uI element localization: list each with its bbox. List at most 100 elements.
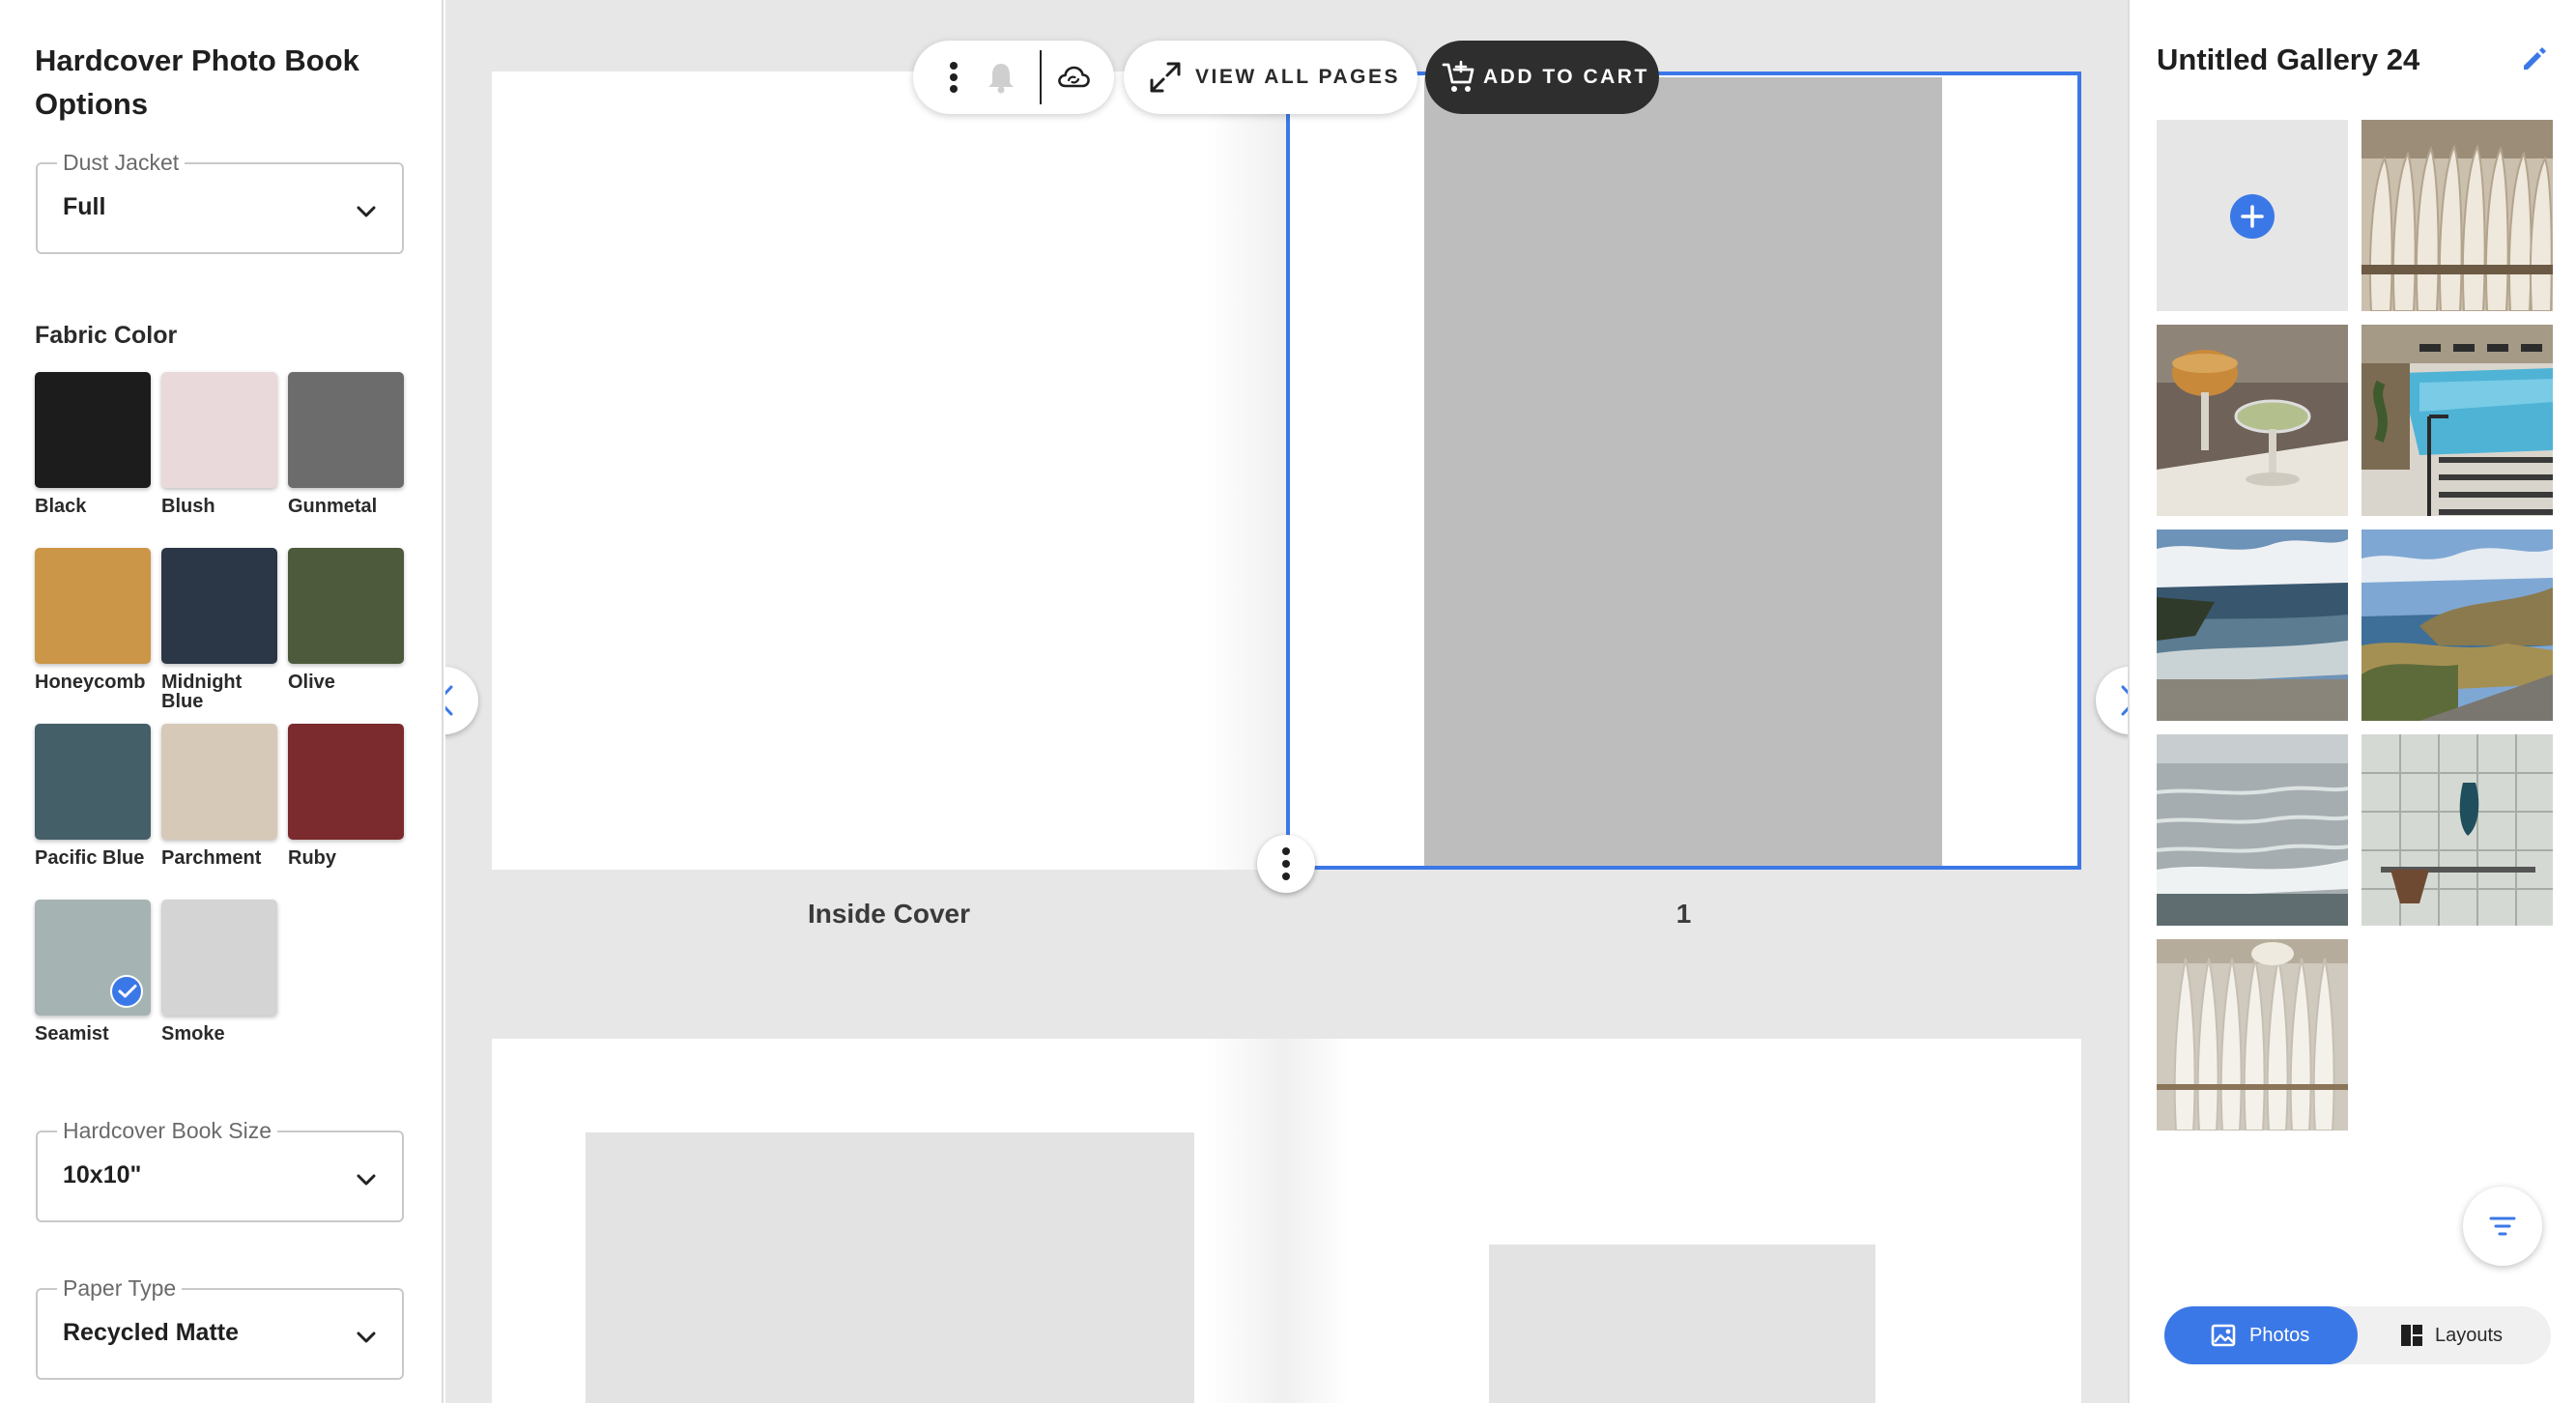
tab-layouts[interactable]: Layouts <box>2358 1306 2551 1364</box>
book-options-panel: Hardcover Photo Book Options Dust Jacket… <box>0 0 444 1403</box>
more-vertical-icon[interactable] <box>935 59 972 96</box>
chevron-left-icon <box>445 685 453 716</box>
swatch-chip <box>35 548 151 664</box>
filter-button[interactable] <box>2463 1187 2542 1266</box>
cart-add-icon <box>1442 60 1474 92</box>
add-to-cart-button[interactable]: ADD TO CART <box>1425 41 1659 114</box>
book-size-value: 10x10" <box>63 1161 142 1188</box>
gallery-photo[interactable] <box>2157 530 2348 721</box>
spread-2-left-page[interactable] <box>492 1039 1286 1403</box>
swatch-chip <box>161 372 277 488</box>
book-size-select[interactable]: Hardcover Book Size 10x10" <box>36 1118 404 1222</box>
chevron-down-icon <box>357 1331 376 1343</box>
swatch-blush[interactable]: Blush <box>161 372 277 516</box>
swatch-name: Ruby <box>288 847 336 869</box>
swatch-name: Black <box>35 496 87 517</box>
book-canvas: Inside Cover 1 VIEW ALL PAGES ADD TO CAR… <box>445 0 2128 1403</box>
options-title: Hardcover Photo Book Options <box>35 43 359 121</box>
inside-cover-page[interactable] <box>492 72 1286 870</box>
dust-jacket-select[interactable]: Dust Jacket Full <box>36 150 404 254</box>
swatch-name: Seamist <box>35 1023 109 1045</box>
bell-icon[interactable] <box>983 59 1019 96</box>
swatch-name: Olive <box>288 672 335 693</box>
selected-page-frame <box>1286 72 2081 870</box>
paper-type-value: Recycled Matte <box>63 1319 240 1346</box>
spread-2-right-page[interactable] <box>1286 1039 2081 1403</box>
photo-placeholder[interactable] <box>586 1132 1194 1403</box>
swatch-name: Parchment <box>161 847 262 869</box>
inside-cover-label: Inside Cover <box>807 899 971 929</box>
swatch-gunmetal[interactable]: Gunmetal <box>288 372 404 516</box>
tab-layouts-label: Layouts <box>2435 1325 2504 1346</box>
swatch-honeycomb[interactable]: Honeycomb <box>35 548 151 692</box>
swatch-seamist[interactable]: Seamist <box>35 900 151 1044</box>
swatch-parchment[interactable]: Parchment <box>161 724 277 868</box>
toolbar-divider <box>1040 50 1042 104</box>
tab-photos[interactable]: Photos <box>2164 1306 2358 1364</box>
swatch-olive[interactable]: Olive <box>288 548 404 692</box>
layouts-icon <box>2401 1325 2422 1346</box>
swatch-chip <box>35 372 151 488</box>
dust-jacket-legend: Dust Jacket <box>57 150 186 175</box>
gallery-photo[interactable] <box>2361 120 2553 311</box>
cloud-sync-icon[interactable] <box>1055 59 1092 96</box>
page-1-label: 1 <box>1675 899 1692 929</box>
paper-type-legend: Paper Type <box>57 1275 183 1301</box>
editor-tools <box>913 41 1114 114</box>
book-size-legend: Hardcover Book Size <box>57 1118 278 1143</box>
swatch-name: Pacific Blue <box>35 847 145 869</box>
photo-coastal-cliffs <box>2361 530 2553 721</box>
photo-bathroom-tiles <box>2361 734 2553 926</box>
swatch-pacific-blue[interactable]: Pacific Blue <box>35 724 151 868</box>
add-photos-tile[interactable] <box>2157 120 2348 311</box>
fabric-color-label: Fabric Color <box>35 322 178 349</box>
previous-page-button[interactable] <box>445 667 478 734</box>
swatch-name: Gunmetal <box>288 496 378 517</box>
gallery-photo[interactable] <box>2157 734 2348 926</box>
swatch-name: Midnight Blue <box>161 672 243 712</box>
swatch-chip <box>288 372 404 488</box>
expand-icon <box>1150 62 1181 93</box>
swatch-chip <box>161 548 277 664</box>
gallery-photo[interactable] <box>2361 530 2553 721</box>
swatch-chip <box>288 548 404 664</box>
gallery-panel: Untitled Gallery 24 Photos Layouts <box>2128 0 2576 1403</box>
swatch-midnight-blue[interactable]: Midnight Blue <box>161 548 277 711</box>
swatch-chip <box>35 900 151 1016</box>
more-vertical-icon <box>1282 847 1290 880</box>
page-options-button[interactable] <box>1257 835 1315 893</box>
swatch-black[interactable]: Black <box>35 372 151 516</box>
next-page-button[interactable] <box>2096 667 2128 734</box>
gallery-photo[interactable] <box>2157 939 2348 1131</box>
view-all-pages-button[interactable]: VIEW ALL PAGES <box>1124 41 1417 114</box>
swatch-smoke[interactable]: Smoke <box>161 900 277 1044</box>
swatch-ruby[interactable]: Ruby <box>288 724 404 868</box>
plus-icon <box>2230 194 2275 239</box>
image-icon <box>2211 1324 2236 1347</box>
photo-cocktails-table <box>2157 325 2348 516</box>
pencil-icon[interactable] <box>2518 43 2551 75</box>
view-all-pages-label: VIEW ALL PAGES <box>1195 66 1400 88</box>
panel-tab-switcher: Photos Layouts <box>2164 1306 2551 1364</box>
gallery-photo[interactable] <box>2157 325 2348 516</box>
swatch-chip <box>35 724 151 840</box>
photo-surfboards-rack <box>2361 120 2553 311</box>
tab-photos-label: Photos <box>2249 1325 2310 1346</box>
swatch-chip <box>288 724 404 840</box>
swatch-chip <box>161 724 277 840</box>
swatch-name: Smoke <box>161 1023 225 1045</box>
swatch-name: Blush <box>161 496 215 517</box>
photo-surfboards-wall <box>2157 939 2348 1131</box>
dust-jacket-value: Full <box>63 193 106 220</box>
gallery-photo[interactable] <box>2361 325 2553 516</box>
add-to-cart-label: ADD TO CART <box>1483 66 1649 88</box>
photo-ocean-waves <box>2157 734 2348 926</box>
paper-type-select[interactable]: Paper Type Recycled Matte <box>36 1275 404 1380</box>
photo-beach-shore <box>2157 530 2348 721</box>
chevron-right-icon <box>2121 685 2128 716</box>
swatch-name: Honeycomb <box>35 672 146 693</box>
gallery-title: Untitled Gallery 24 <box>2157 43 2420 76</box>
chevron-down-icon <box>357 1174 376 1186</box>
photo-placeholder[interactable] <box>1489 1245 1875 1403</box>
gallery-photo[interactable] <box>2361 734 2553 926</box>
